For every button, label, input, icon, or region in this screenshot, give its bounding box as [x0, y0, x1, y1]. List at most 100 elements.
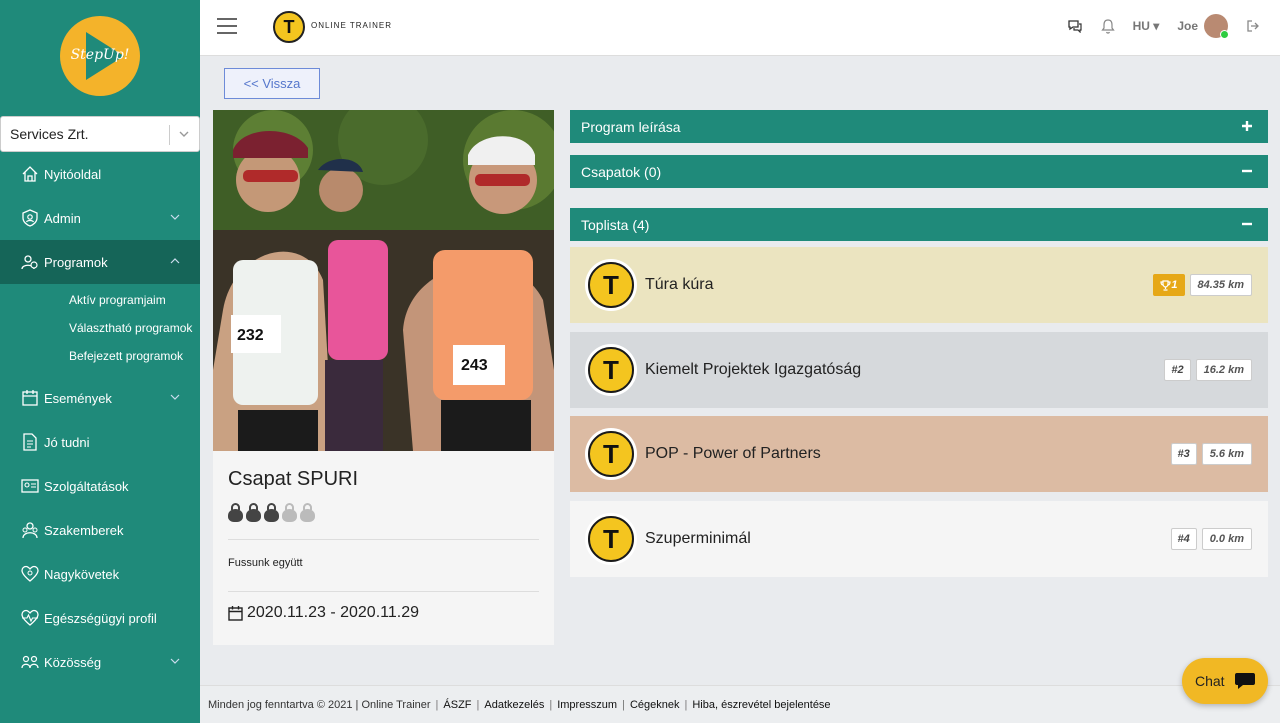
- sidebar-item-szakemberek[interactable]: Szakemberek: [0, 508, 200, 552]
- submenu-item-befejezett[interactable]: Befejezett programok: [0, 342, 200, 370]
- footer-link-hiba-bejelentes[interactable]: Hiba, észrevétel bejelentése: [692, 699, 830, 711]
- rank-value: 1: [1171, 279, 1178, 291]
- language-value: HU: [1132, 19, 1150, 33]
- sidebar-item-nyitooldal[interactable]: Nyitóoldal: [0, 152, 200, 196]
- divider: [228, 591, 539, 592]
- ranking-row[interactable]: T Kiemelt Projektek Igazgatóság #2 16.2 …: [570, 332, 1268, 408]
- runners-illustration: 232 243: [213, 110, 554, 451]
- logo-text: StepUp!: [70, 47, 130, 63]
- sidebar-item-label: Események: [44, 390, 112, 406]
- programok-submenu: Aktív programjaim Választható programok …: [0, 284, 200, 376]
- distance-badge: 0.0 km: [1201, 528, 1252, 550]
- team-name: Kiemelt Projektek Igazgatóság: [645, 361, 862, 378]
- sidebar-item-szolgaltatasok[interactable]: Szolgáltatások: [0, 464, 200, 508]
- program-description-panel[interactable]: Program leírása: [570, 110, 1268, 143]
- hamburger-menu-icon[interactable]: [217, 18, 237, 34]
- document-icon: [20, 432, 40, 452]
- heartbeat-icon: [20, 608, 40, 628]
- sidebar-item-label: Közösség: [44, 654, 102, 670]
- ranking-row[interactable]: T POP - Power of Partners #3 5.6 km: [570, 416, 1268, 492]
- submenu-item-aktiv[interactable]: Aktív programjaim: [0, 286, 200, 314]
- sidebar-item-kozosseg[interactable]: Közösség: [0, 640, 200, 684]
- sidebar-item-label: Szakemberek: [44, 522, 124, 538]
- sidebar-item-label: Egészségügyi profil: [44, 610, 157, 626]
- calendar-icon: [228, 606, 243, 621]
- toplist-panel[interactable]: Toplista (4): [570, 208, 1268, 241]
- program-dates: 2020.11.23 - 2020.11.29: [228, 604, 419, 622]
- sidebar-item-jo-tudni[interactable]: Jó tudni: [0, 420, 200, 464]
- copyright: Minden jog fenntartva © 2021 | Online Tr…: [208, 698, 431, 711]
- team-logo: T: [585, 513, 637, 565]
- bell-icon[interactable]: [1100, 18, 1115, 34]
- stepup-logo[interactable]: StepUp!: [60, 16, 140, 96]
- chat-button[interactable]: Chat: [1182, 658, 1268, 704]
- back-button[interactable]: << Vissza: [224, 68, 320, 99]
- panel-title: Program leírása: [581, 118, 681, 135]
- brand-name: ONLINE TRAINER: [311, 21, 392, 30]
- chevron-down-icon: [170, 658, 180, 664]
- sidebar-item-label: Programok: [44, 254, 108, 270]
- sidebar: StepUp! Services Zrt. Nyitóoldal Admin P…: [0, 0, 200, 723]
- minus-icon[interactable]: [1240, 164, 1254, 178]
- t-logo-letter: T: [588, 262, 634, 308]
- people-icon: [20, 520, 40, 540]
- footer-link-aszf[interactable]: ÁSZF: [443, 699, 471, 711]
- ranking-badges: #4 0.0 km: [1170, 528, 1252, 550]
- team-photo: 232 243: [213, 110, 554, 451]
- t-logo-letter: T: [588, 431, 634, 477]
- ranking-row[interactable]: T Szuperminimál #4 0.0 km: [570, 501, 1268, 577]
- main-nav: Nyitóoldal Admin Programok Aktív program…: [0, 152, 200, 684]
- sidebar-item-label: Nyitóoldal: [44, 166, 102, 182]
- sidebar-item-esemenyek[interactable]: Események: [0, 376, 200, 420]
- ranking-badges: 1 84.35 km: [1153, 274, 1252, 296]
- id-card-icon: [20, 476, 40, 496]
- kettlebell-icon: [228, 503, 243, 523]
- kettlebell-icon: [264, 503, 279, 523]
- plus-icon[interactable]: [1240, 119, 1254, 133]
- chevron-down-icon: [179, 131, 189, 137]
- language-select[interactable]: HU ▾: [1133, 19, 1160, 33]
- sidebar-item-admin[interactable]: Admin: [0, 196, 200, 240]
- rank-badge: #4: [1170, 528, 1197, 550]
- rank-badge: #2: [1164, 359, 1191, 381]
- ranking-badges: #3 5.6 km: [1170, 443, 1252, 465]
- teams-panel[interactable]: Csapatok (0): [570, 155, 1268, 188]
- sidebar-item-nagykovetek[interactable]: Nagykövetek: [0, 552, 200, 596]
- team-card: 232 243 Csapat SPURI Fussunk együtt 2020…: [213, 110, 554, 645]
- sidebar-item-programok[interactable]: Programok: [0, 240, 200, 284]
- footer-link-impresszum[interactable]: Impresszum: [557, 699, 617, 711]
- rank-badge: #3: [1170, 443, 1197, 465]
- online-trainer-logo[interactable]: T: [273, 11, 305, 43]
- team-name: Túra kúra: [645, 276, 714, 293]
- home-icon: [20, 164, 40, 184]
- logout-icon[interactable]: [1246, 19, 1260, 33]
- distance-badge: 5.6 km: [1201, 443, 1252, 465]
- sidebar-item-egeszsegugyi-profil[interactable]: Egészségügyi profil: [0, 596, 200, 640]
- user-menu[interactable]: Joe: [1177, 14, 1229, 39]
- chevron-down-icon: [170, 394, 180, 400]
- submenu-item-valaszthato[interactable]: Választható programok: [0, 314, 200, 342]
- company-select-value: Services Zrt.: [10, 126, 89, 142]
- team-logo: T: [585, 259, 637, 311]
- speech-bubble-icon: [1235, 673, 1255, 689]
- footer-link-adatkezeles[interactable]: Adatkezelés: [484, 699, 544, 711]
- chat-bubbles-icon[interactable]: [1067, 19, 1083, 33]
- user-name: Joe: [1177, 19, 1198, 33]
- shield-user-icon: [20, 208, 40, 228]
- ranking-row[interactable]: T Túra kúra 1 84.35 km: [570, 247, 1268, 323]
- t-logo-letter: T: [588, 347, 634, 393]
- divider: [228, 539, 539, 540]
- team-name: POP - Power of Partners: [645, 445, 821, 462]
- team-logo: T: [585, 344, 637, 396]
- community-icon: [20, 652, 40, 672]
- logo-area: StepUp!: [0, 0, 200, 112]
- t-logo-letter: T: [588, 516, 634, 562]
- minus-icon[interactable]: [1240, 217, 1254, 231]
- top-bar: T ONLINE TRAINER HU ▾ Joe: [200, 0, 1280, 56]
- chevron-down-icon: [170, 214, 180, 220]
- users-group-icon: [20, 252, 40, 272]
- date-range: 2020.11.23 - 2020.11.29: [247, 604, 419, 621]
- footer-link-cegeknek[interactable]: Cégeknek: [630, 699, 680, 711]
- chat-label: Chat: [1195, 673, 1225, 689]
- company-select[interactable]: Services Zrt.: [0, 116, 200, 152]
